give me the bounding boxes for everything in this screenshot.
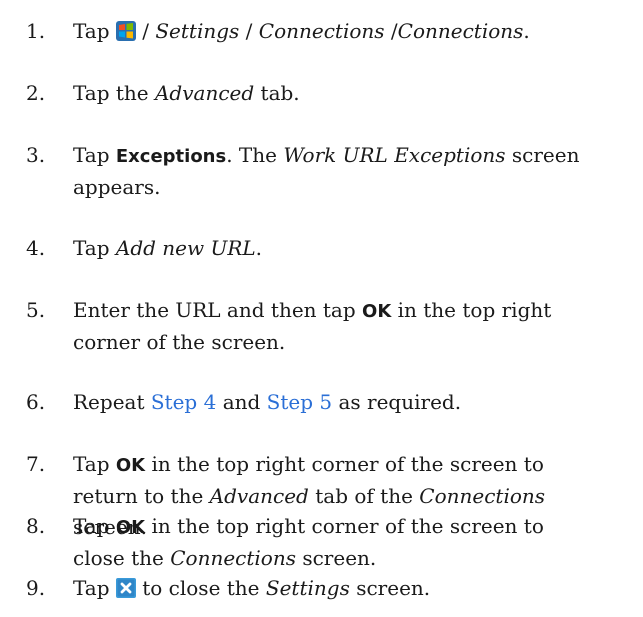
step-number: 4. <box>26 236 46 260</box>
period: . <box>255 236 263 260</box>
step-text-fragment: close the <box>73 546 164 570</box>
step-text: Tap / Settings / Connections /Connection… <box>73 16 639 47</box>
settings-ref: Settings <box>155 19 240 43</box>
step-number: 5. <box>26 298 46 322</box>
connections-ref: Connections <box>419 484 546 508</box>
step-text: Tap the Advanced tab. <box>73 78 639 109</box>
step-4-link[interactable]: Step 4 <box>151 390 216 414</box>
step-text-fragment: appears. <box>73 175 161 199</box>
step-text-fragment: as required. <box>338 390 462 414</box>
step-text-fragment: Tap <box>73 143 110 167</box>
step-text: Enter the URL and then tap OK in the top… <box>73 295 639 358</box>
step-text-fragment: Tap the <box>73 81 149 105</box>
step-text-fragment: Tap <box>73 236 110 260</box>
step-text: Tap to close the Settings screen. <box>73 573 639 604</box>
step-text-fragment: Tap <box>73 19 110 43</box>
step-text-fragment: and <box>222 390 261 414</box>
step-number: 7. <box>26 452 46 476</box>
connections-ref: Connections <box>170 546 296 570</box>
step-number: 9. <box>26 576 46 600</box>
settings-ref: Settings <box>265 576 350 600</box>
step-5-link[interactable]: Step 5 <box>267 390 332 414</box>
step-text-fragment: corner of the screen. <box>73 330 286 354</box>
connections-ref: Connections <box>397 19 524 43</box>
add-new-url-ref: Add new URL <box>115 236 256 260</box>
step-number: 6. <box>26 390 46 414</box>
path-separator: / <box>390 19 398 43</box>
step-text-fragment: Repeat <box>73 390 145 414</box>
path-separator: / <box>142 19 149 43</box>
step-number: 2. <box>26 81 46 105</box>
step-text-fragment: screen <box>511 143 580 167</box>
step-number: 8. <box>26 514 46 538</box>
step-text-fragment: screen. <box>356 576 431 600</box>
step-text: Tap Exceptions. The Work URL Exceptions … <box>73 140 639 203</box>
connections-ref: Connections <box>258 19 385 43</box>
windows-start-icon <box>115 21 136 41</box>
advanced-ref: Advanced <box>154 81 255 105</box>
path-separator: / <box>245 19 253 43</box>
step-text-fragment: tab. <box>260 81 300 105</box>
step-number: 3. <box>26 143 46 167</box>
advanced-ref: Advanced <box>209 484 309 508</box>
step-text-fragment: . The <box>226 143 277 167</box>
step-text-fragment: tab of the <box>315 484 413 508</box>
ok-button-ref: OK <box>115 455 146 476</box>
step-text-fragment: to close the <box>142 576 260 600</box>
ok-button-ref: OK <box>115 517 146 538</box>
step-text-fragment: return to the <box>73 484 204 508</box>
step-text-fragment: screen. <box>302 546 377 570</box>
step-number: 1. <box>26 19 46 43</box>
period: . <box>523 19 530 43</box>
step-text-fragment: Enter the URL and then tap <box>73 298 356 322</box>
step-text-fragment: in the top right corner of the screen to <box>151 514 544 538</box>
step-text: Tap Add new URL. <box>73 233 639 264</box>
close-x-icon <box>115 578 136 598</box>
step-text-fragment: Tap <box>73 514 110 538</box>
exceptions-button-ref: Exceptions <box>115 146 227 167</box>
step-text: Tap OK in the top right corner of the sc… <box>73 511 639 574</box>
ok-button-ref: OK <box>362 301 392 322</box>
step-text-fragment: in the top right <box>397 298 552 322</box>
step-text: Repeat Step 4 and Step 5 as required. <box>73 387 639 418</box>
step-text-fragment: in the top right corner of the screen to <box>151 452 544 476</box>
instruction-steps: 1. Tap / Settings / Connections /Connect… <box>0 0 643 617</box>
step-text-fragment: Tap <box>73 576 110 600</box>
work-url-exceptions-ref: Work URL Exceptions <box>283 143 506 167</box>
step-text-fragment: Tap <box>73 452 110 476</box>
